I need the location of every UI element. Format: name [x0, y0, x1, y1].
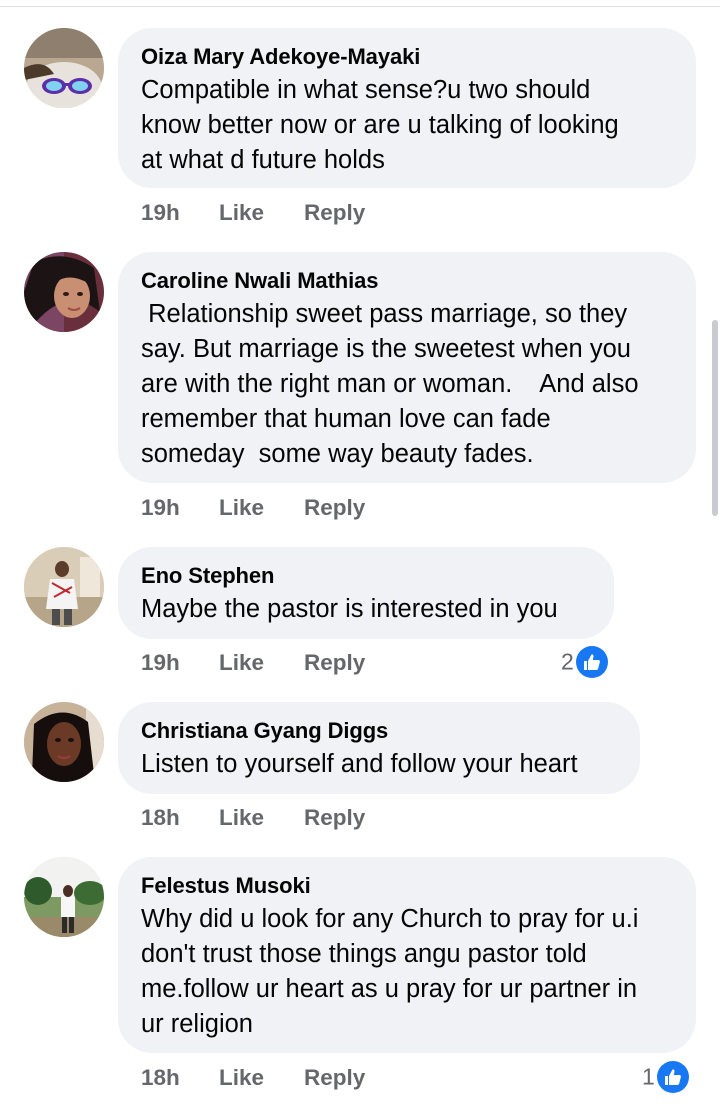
avatar[interactable] [24, 252, 104, 332]
comment-text: Maybe the pastor is interested in you [141, 595, 558, 623]
comment-bubble: Oiza Mary Adekoye-Mayaki Compatible in w… [118, 28, 696, 188]
comment-text: Compatible in what sense?u two should kn… [141, 76, 619, 174]
comment-text: Why did u look for any Church to pray fo… [141, 905, 639, 1038]
thumbs-up-icon [656, 1061, 689, 1093]
comment-timestamp[interactable]: 18h [141, 805, 180, 831]
scrollbar[interactable] [712, 320, 718, 516]
comment-bubble: Felestus Musoki Why did u look for any C… [118, 857, 696, 1053]
like-button[interactable]: Like [219, 805, 264, 831]
comment-author[interactable]: Caroline Nwali Mathias [141, 267, 674, 295]
top-divider [0, 6, 720, 7]
reaction-count: 2 [561, 648, 574, 675]
reaction-count: 1 [642, 1063, 655, 1090]
comment-author[interactable]: Felestus Musoki [141, 872, 674, 900]
reply-button[interactable]: Reply [304, 200, 365, 226]
profile-photo-sunglasses-icon [24, 28, 104, 108]
avatar[interactable] [24, 28, 104, 108]
like-button[interactable]: Like [219, 495, 264, 521]
avatar[interactable] [24, 547, 104, 627]
thumbs-up-icon [575, 646, 608, 678]
comment-text: Relationship sweet pass marriage, so the… [141, 300, 639, 468]
comment-author[interactable]: Christiana Gyang Diggs [141, 717, 618, 745]
reply-button[interactable]: Reply [304, 495, 365, 521]
avatar[interactable] [24, 702, 104, 782]
profile-photo-woman-portrait-icon [24, 702, 104, 782]
reaction-summary[interactable]: 1 [642, 1061, 689, 1093]
comment-bubble: Caroline Nwali Mathias Relationship swee… [118, 252, 696, 483]
profile-photo-woman-icon [24, 252, 104, 332]
avatar[interactable] [24, 857, 104, 937]
reply-button[interactable]: Reply [304, 650, 365, 676]
reply-button[interactable]: Reply [304, 1065, 365, 1091]
profile-photo-man-standing-icon [24, 547, 104, 627]
comment-bubble: Eno Stephen Maybe the pastor is interest… [118, 547, 614, 639]
comment-author[interactable]: Eno Stephen [141, 562, 592, 590]
comment-timestamp[interactable]: 19h [141, 200, 180, 226]
profile-photo-man-outdoors-icon [24, 857, 104, 937]
comment-timestamp[interactable]: 18h [141, 1065, 180, 1091]
like-button[interactable]: Like [219, 650, 264, 676]
comment-timestamp[interactable]: 19h [141, 650, 180, 676]
comment-author[interactable]: Oiza Mary Adekoye-Mayaki [141, 43, 674, 71]
like-button[interactable]: Like [219, 1065, 264, 1091]
comment-bubble: Christiana Gyang Diggs Listen to yoursel… [118, 702, 640, 794]
comment-timestamp[interactable]: 19h [141, 495, 180, 521]
reaction-summary[interactable]: 2 [561, 646, 608, 678]
like-button[interactable]: Like [219, 200, 264, 226]
reply-button[interactable]: Reply [304, 805, 365, 831]
comment-text: Listen to yourself and follow your heart [141, 750, 578, 778]
